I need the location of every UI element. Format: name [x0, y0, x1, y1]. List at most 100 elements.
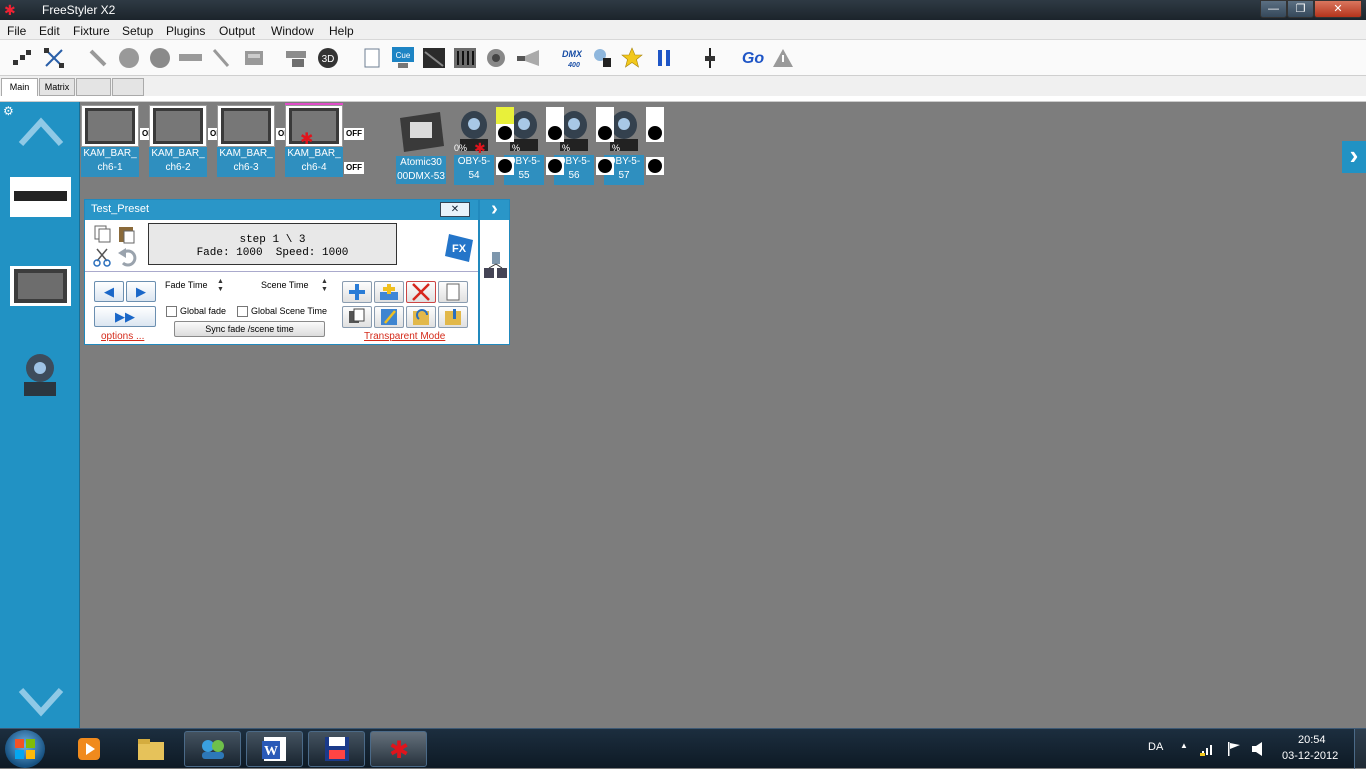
3d-icon[interactable]: 3D	[316, 46, 340, 70]
copy-steps-button[interactable]	[342, 306, 372, 328]
blank-page-icon[interactable]	[360, 46, 384, 70]
circle-gray-icon[interactable]	[148, 46, 172, 70]
next-step-button[interactable]: ▶	[126, 281, 156, 302]
menu-help[interactable]: Help	[329, 24, 354, 38]
menu-setup[interactable]: Setup	[122, 24, 153, 38]
ungroup-icon[interactable]	[42, 46, 66, 70]
insert-step-button[interactable]	[374, 281, 404, 303]
close-button[interactable]: ✕	[1314, 0, 1362, 18]
scene-time-spinner[interactable]: ▲ ▼	[321, 278, 328, 294]
svg-text:400: 400	[567, 62, 580, 69]
open-step-button[interactable]	[406, 306, 436, 328]
gobo-indicator	[646, 124, 664, 142]
fixture-kam-bar-3[interactable]: KAM_BAR_ch6-3 OFF	[217, 105, 296, 177]
maximize-button[interactable]: ❐	[1287, 0, 1314, 18]
save-step-button[interactable]	[438, 306, 468, 328]
clock-time[interactable]: 20:54	[1298, 734, 1326, 746]
sync-fade-scene-time-button[interactable]: Sync fade /scene time	[174, 321, 325, 337]
circle-icon[interactable]	[117, 46, 141, 70]
tab-blank-2[interactable]	[112, 78, 144, 96]
dimmer-percent: 0%	[454, 143, 468, 153]
fixture-oby-54[interactable]: ✱ 0% OBY-5- 54	[454, 107, 496, 185]
menu-edit[interactable]: Edit	[39, 24, 60, 38]
global-scene-time-label: Global Scene Time	[251, 306, 328, 316]
strobe-image	[400, 112, 444, 152]
console-icon[interactable]	[422, 46, 446, 70]
new-step-button[interactable]	[438, 281, 468, 303]
fx-icon[interactable]: FX	[443, 232, 475, 264]
delete-step-button[interactable]	[406, 281, 436, 303]
group-icon[interactable]	[10, 46, 34, 70]
volume-icon[interactable]	[1251, 741, 1265, 757]
preset-close-button[interactable]: ✕	[440, 202, 470, 217]
star-icon[interactable]	[620, 46, 644, 70]
menu-fixture[interactable]: Fixture	[73, 24, 110, 38]
clock-date[interactable]: 03-12-2012	[1282, 750, 1338, 762]
warning-icon[interactable]	[771, 46, 795, 70]
settings-gear-icon[interactable]: ⚙	[3, 104, 14, 118]
start-button[interactable]	[5, 730, 45, 768]
pause-icon[interactable]	[652, 46, 676, 70]
messenger-icon[interactable]	[184, 731, 241, 767]
network-icon[interactable]	[482, 250, 508, 282]
menu-output[interactable]: Output	[219, 24, 255, 38]
tab-main[interactable]: Main	[1, 78, 38, 96]
dmx-icon[interactable]: DMX 400	[558, 46, 582, 70]
add-step-button[interactable]	[342, 281, 372, 303]
floppy-icon[interactable]	[308, 731, 365, 767]
menu-plugins[interactable]: Plugins	[166, 24, 205, 38]
explorer-icon[interactable]	[122, 731, 179, 767]
scroll-up-icon[interactable]	[18, 114, 64, 148]
faders-icon[interactable]	[453, 46, 477, 70]
menu-file[interactable]: File	[7, 24, 26, 38]
go-icon[interactable]: Go	[738, 46, 768, 70]
fader-icon[interactable]	[698, 46, 722, 70]
stack-icon[interactable]	[284, 46, 308, 70]
horn-icon[interactable]	[515, 46, 539, 70]
language-indicator[interactable]: DA	[1148, 741, 1163, 753]
wrench-icon[interactable]	[86, 46, 110, 70]
library-moving-head-icon[interactable]	[18, 350, 62, 402]
monitor-icon[interactable]	[242, 46, 266, 70]
paste-icon[interactable]	[117, 224, 137, 244]
show-hidden-icons-icon[interactable]: ▲	[1180, 741, 1188, 750]
fixture-atomic3000[interactable]: Atomic30 00DMX-53	[396, 108, 446, 184]
previous-step-button[interactable]: ◀	[94, 281, 124, 302]
tab-blank-1[interactable]	[76, 78, 111, 96]
fixture-kam-bar-1[interactable]: KAM_BAR_ch6-1 OFF	[81, 105, 160, 177]
cut-icon[interactable]	[93, 247, 113, 267]
scene-time-label: Scene Time	[261, 280, 309, 290]
library-led-panel[interactable]	[10, 266, 71, 306]
action-center-flag-icon[interactable]	[1226, 741, 1242, 757]
minimize-button[interactable]: —	[1260, 0, 1287, 18]
fixture-kam-bar-4[interactable]: ✱ KAM_BAR_ ch6-4 OFF	[285, 103, 364, 177]
library-led-bar[interactable]	[10, 177, 71, 217]
fast-forward-button[interactable]: ▶▶	[94, 306, 156, 327]
scroll-down-icon[interactable]	[18, 686, 64, 720]
undo-icon[interactable]	[117, 247, 137, 267]
menu-window[interactable]: Window	[271, 24, 314, 38]
truss-icon[interactable]	[178, 46, 202, 70]
pointer-icon[interactable]	[591, 46, 615, 70]
fade-time-spinner[interactable]: ▲ ▼	[217, 278, 224, 294]
global-scene-time-checkbox[interactable]	[237, 306, 248, 317]
side-panel-expand-button[interactable]: ›	[480, 199, 509, 220]
speaker-icon[interactable]	[484, 46, 508, 70]
show-desktop-button[interactable]	[1354, 729, 1366, 769]
word-icon[interactable]: W	[246, 731, 303, 767]
transparent-mode-link[interactable]: Transparent Mode	[364, 331, 445, 342]
copy-icon[interactable]	[93, 224, 113, 244]
gobo-indicator	[646, 157, 664, 175]
tab-matrix[interactable]: Matrix	[39, 78, 75, 96]
right-panel-toggle[interactable]: ›	[1342, 141, 1366, 173]
cue-icon[interactable]: Cue	[391, 46, 415, 70]
stage-top-edge	[0, 96, 1366, 102]
options-link[interactable]: options ...	[101, 331, 144, 342]
freestyler-icon[interactable]: ✱	[370, 731, 427, 767]
pen-icon[interactable]	[209, 46, 233, 70]
fixture-kam-bar-2[interactable]: KAM_BAR_ch6-2 OFF	[149, 105, 228, 177]
edit-step-button[interactable]	[374, 306, 404, 328]
network-tray-icon[interactable]	[1200, 741, 1216, 757]
global-fade-checkbox[interactable]	[166, 306, 177, 317]
media-player-icon[interactable]	[60, 731, 117, 767]
